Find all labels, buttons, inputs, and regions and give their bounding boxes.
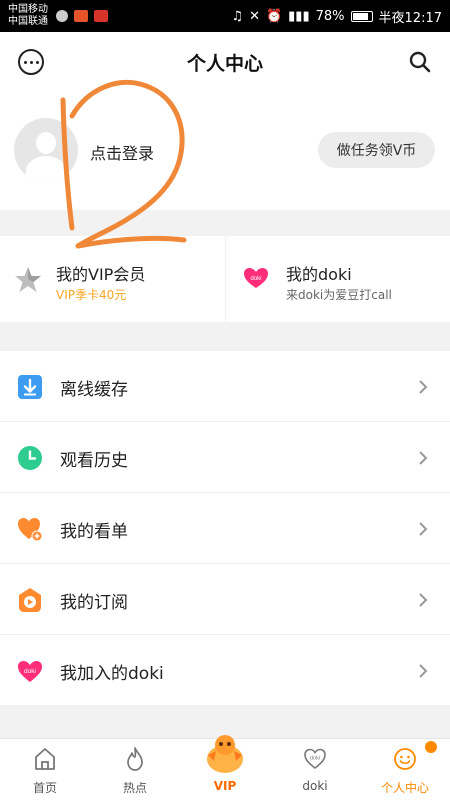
menu-label: 观看历史 — [60, 451, 128, 471]
notification-icons — [56, 10, 108, 22]
tab-doki[interactable]: doki doki — [270, 739, 360, 800]
menu-item-joined-doki[interactable]: doki 我加入的doki — [0, 635, 450, 706]
vip-subtitle: VIP季卡40元 — [56, 288, 127, 302]
chevron-right-icon — [419, 664, 428, 678]
doki-icon: doki — [244, 268, 268, 288]
tab-label: 热点 — [122, 781, 147, 795]
page-title: 个人中心 — [186, 52, 263, 75]
app-notify-icon-2 — [94, 10, 108, 22]
wechat-icon — [56, 10, 68, 22]
vip-card[interactable]: 我的VIP会员 VIP季卡40元 — [0, 236, 225, 322]
doki-subtitle: 来doki为爱豆打call — [286, 288, 392, 302]
headset-icon: ♫ — [231, 8, 244, 24]
status-right: ♫ ✕ ⏰ ▮▮▮ 78% 半夜12:17 — [231, 7, 442, 26]
tab-vip[interactable]: VIP — [180, 735, 270, 800]
svg-text:doki: doki — [24, 668, 36, 675]
task-reward-button[interactable]: 做任务领V币 — [318, 132, 435, 168]
battery-icon — [350, 10, 373, 22]
avatar[interactable] — [14, 118, 78, 182]
carrier-2: 中国联通 — [8, 16, 48, 27]
menu-item-subscriptions[interactable]: 我的订阅 — [0, 564, 450, 635]
battery-percent: 78% — [315, 8, 345, 24]
heart-plus-icon — [18, 518, 43, 542]
search-icon[interactable] — [408, 50, 432, 74]
clock-text: 半夜12:17 — [378, 10, 442, 26]
svg-text:doki: doki — [310, 756, 320, 762]
chevron-right-icon — [419, 451, 428, 465]
menu-label: 我加入的doki — [60, 664, 164, 684]
message-button[interactable] — [18, 49, 44, 75]
signal-icon: ▮▮▮ — [288, 8, 310, 24]
flame-icon — [127, 747, 143, 771]
home-icon — [35, 748, 55, 770]
tab-home[interactable]: 首页 — [0, 739, 90, 800]
menu-item-watch-history[interactable]: 观看历史 — [0, 422, 450, 493]
menu-list: 离线缓存 观看历史 我的看单 我的订阅 doki 我加入的doki — [0, 351, 450, 705]
tab-label: 首页 — [32, 781, 57, 795]
tab-label: doki — [302, 779, 328, 793]
smiley-icon — [394, 748, 416, 770]
profile-section[interactable]: 点击登录 做任务领V币 — [0, 92, 450, 210]
login-link[interactable]: 点击登录 — [90, 140, 154, 164]
menu-label: 离线缓存 — [60, 380, 128, 400]
svg-text:doki: doki — [250, 276, 261, 282]
app-notify-icon — [74, 10, 88, 22]
menu-label: 我的订阅 — [60, 593, 128, 613]
menu-item-offline-cache[interactable]: 离线缓存 — [0, 351, 450, 422]
chevron-right-icon — [419, 522, 428, 536]
alarm-icon: ⏰ — [265, 8, 283, 24]
membership-cards: 我的VIP会员 VIP季卡40元 doki 我的doki 来doki为爱豆打ca… — [0, 236, 450, 322]
doki-icon: doki — [18, 661, 42, 682]
bottom-tab-bar: 首页 热点 VIP doki doki 个人中心 — [0, 735, 450, 800]
mute-icon: ✕ — [249, 8, 260, 24]
status-bar: 中国移动 中国联通 ♫ ✕ ⏰ ▮▮▮ 78% 半夜12:17 — [0, 0, 450, 32]
vip-mascot-icon — [207, 735, 243, 773]
chevron-right-icon — [419, 380, 428, 394]
tab-hot[interactable]: 热点 — [90, 739, 180, 800]
notification-dot — [425, 741, 437, 753]
subscription-icon — [19, 588, 41, 612]
menu-label: 我的看单 — [60, 522, 128, 542]
menu-item-watchlist[interactable]: 我的看单 — [0, 493, 450, 564]
doki-card[interactable]: doki 我的doki 来doki为爱豆打call — [225, 236, 450, 322]
carrier-1: 中国移动 — [8, 4, 48, 15]
doki-title: 我的doki — [286, 265, 352, 284]
vip-title: 我的VIP会员 — [56, 265, 146, 284]
tab-label: VIP — [213, 779, 237, 793]
clock-icon — [18, 446, 42, 470]
vip-star-icon — [15, 267, 41, 292]
download-icon — [18, 375, 42, 399]
chevron-right-icon — [419, 593, 428, 607]
tab-label: 个人中心 — [380, 781, 429, 795]
carrier-info: 中国移动 中国联通 — [8, 4, 48, 28]
doki-heart-icon: doki — [304, 748, 326, 770]
page-header: 个人中心 — [0, 32, 450, 92]
